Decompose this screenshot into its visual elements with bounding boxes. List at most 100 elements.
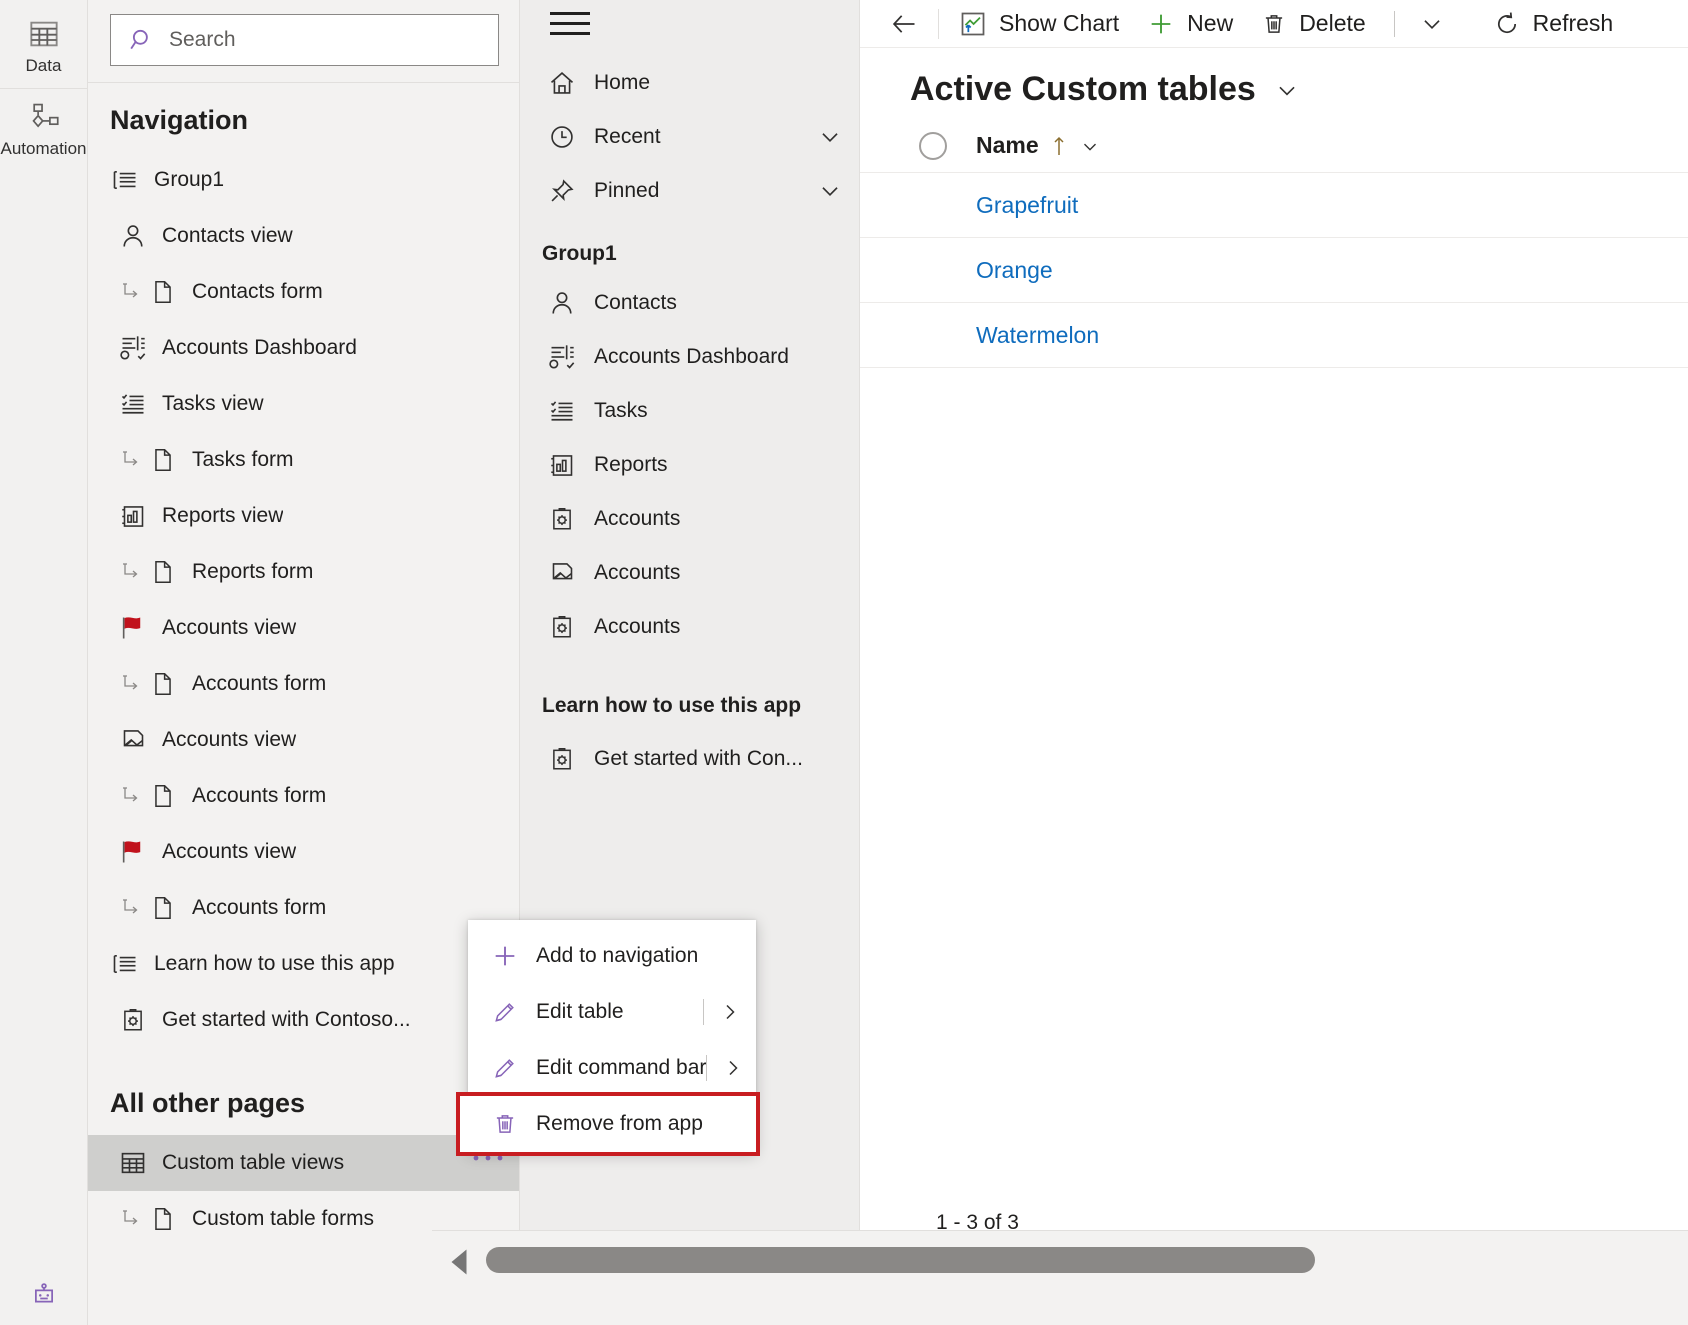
nav-item-tasks-form[interactable]: Tasks form [88, 432, 519, 488]
preview-item-get-started-with-con[interactable]: Get started with Con... [520, 732, 859, 786]
submenu-indicator[interactable] [703, 999, 756, 1025]
nav-item-accounts-form[interactable]: Accounts form [88, 656, 519, 712]
trash-icon [490, 1111, 520, 1137]
preview-item-accounts[interactable]: Accounts [520, 492, 859, 546]
nav-item-get-started-with-contoso[interactable]: Get started with Contoso... [88, 992, 519, 1048]
nav-item-accounts-view[interactable]: Accounts view [88, 824, 519, 880]
refresh-button[interactable]: Refresh [1479, 2, 1628, 46]
other-page-custom-table-views[interactable]: Custom table views [88, 1135, 519, 1191]
row-name-link[interactable]: Grapefruit [976, 192, 1078, 219]
view-selector-chevron-down-icon[interactable] [1274, 77, 1300, 103]
sub-arrow-icon [118, 448, 148, 472]
preview-item-recent[interactable]: Recent [520, 110, 859, 164]
chevron-down-icon[interactable] [817, 178, 843, 204]
nav-item-label: Contacts form [192, 280, 323, 303]
preview-item-accounts[interactable]: Accounts [520, 600, 859, 654]
preview-item-reports[interactable]: Reports [520, 438, 859, 492]
flow-icon [27, 101, 61, 133]
sub-arrow-icon [118, 672, 148, 696]
navigation-panel: Navigation Group1 Contacts view Contacts f… [88, 0, 520, 1325]
nav-item-reports-form[interactable]: Reports form [88, 544, 519, 600]
sub-arrow-icon [118, 1207, 148, 1231]
chevron-right-icon[interactable] [718, 1000, 742, 1024]
search-input[interactable] [169, 28, 480, 52]
nav-item-accounts-form[interactable]: Accounts form [88, 768, 519, 824]
nav-item-label: Accounts form [192, 784, 327, 807]
preview-item-label: Pinned [594, 179, 660, 202]
nav-item-accounts-dashboard[interactable]: Accounts Dashboard [88, 320, 519, 376]
scrollbar-thumb[interactable] [486, 1247, 1315, 1273]
command-bar-thin-separator [1393, 10, 1395, 37]
nav-item-contacts-view[interactable]: Contacts view [88, 208, 519, 264]
preview-item-pinned[interactable]: Pinned [520, 164, 859, 218]
delete-button[interactable]: Delete [1247, 2, 1379, 46]
hamburger-icon[interactable] [520, 0, 590, 35]
nav-item-tasks-view[interactable]: Tasks view [88, 376, 519, 432]
preview-item-home[interactable]: Home [520, 56, 859, 110]
context-menu-item-edit-table[interactable]: Edit table [468, 984, 756, 1040]
chevron-down-icon [1419, 11, 1445, 37]
select-all-checkbox[interactable] [919, 131, 947, 160]
delete-label: Delete [1299, 10, 1366, 36]
navigation-scroll[interactable]: Navigation Group1 Contacts view Contacts f… [88, 83, 519, 1325]
triangle-left-icon[interactable] [432, 1247, 486, 1277]
nav-item-accounts-view[interactable]: Accounts view [88, 600, 519, 656]
bot-icon[interactable] [29, 1281, 59, 1311]
preview-item-label: Home [594, 71, 651, 94]
row-name-link[interactable]: Orange [976, 257, 1053, 284]
column-menu-chevron-down-icon[interactable] [1079, 135, 1101, 157]
table-row[interactable]: Grapefruit [860, 173, 1688, 238]
nav-item-label: Reports form [192, 560, 314, 583]
chevron-down-icon[interactable] [817, 124, 843, 150]
pin-icon [546, 177, 578, 205]
table-icon [28, 18, 60, 50]
view-title: Active Custom tables [910, 70, 1256, 108]
nav-item-reports-view[interactable]: Reports view [88, 488, 519, 544]
all-other-pages-heading: All other pages [110, 1088, 306, 1118]
row-name-link[interactable]: Watermelon [976, 322, 1099, 349]
other-page-label: Custom table views [162, 1151, 345, 1174]
command-bar-separator [938, 8, 939, 39]
table-row[interactable]: Watermelon [860, 303, 1688, 368]
column-header-name[interactable]: Name [976, 132, 1101, 159]
chevron-right-icon[interactable] [721, 1056, 745, 1080]
new-button[interactable]: New [1133, 2, 1247, 46]
pencil-icon [490, 1055, 520, 1081]
nav-item-group1[interactable]: Group1 [88, 152, 519, 208]
rail-item-data[interactable]: Data [0, 6, 88, 88]
more-ellipsis-icon[interactable] [471, 1152, 505, 1174]
nav-item-accounts-form[interactable]: Accounts form [88, 880, 519, 936]
show-chart-button[interactable]: Show Chart [945, 2, 1133, 46]
horizontal-scrollbar[interactable] [432, 1230, 1688, 1325]
nav-item-label: Tasks view [162, 392, 264, 415]
rail-item-automation[interactable]: Automation [0, 89, 88, 171]
preview-item-accounts[interactable]: Accounts [520, 546, 859, 600]
preview-item-contacts[interactable]: Contacts [520, 276, 859, 330]
nav-item-contacts-form[interactable]: Contacts form [88, 264, 519, 320]
context-menu-item-add-to-navigation[interactable]: Add to navigation [468, 928, 756, 984]
scrollbar-track[interactable] [486, 1247, 1670, 1273]
preview-item-tasks[interactable]: Tasks [520, 384, 859, 438]
plus-icon [1147, 10, 1175, 38]
context-menu-item-remove-from-app[interactable]: Remove from app [456, 1092, 760, 1156]
back-button[interactable] [876, 10, 932, 38]
table-row[interactable]: Orange [860, 238, 1688, 303]
select-all-cell[interactable] [890, 131, 976, 160]
nav-item-label: Learn how to use this app [154, 952, 395, 975]
nav-item-learn-how-to-use-this-app[interactable]: Learn how to use this app [88, 936, 519, 992]
context-menu-item-edit-command-bar[interactable]: Edit command bar [468, 1040, 756, 1096]
preview-item-accounts-dashboard[interactable]: Accounts Dashboard [520, 330, 859, 384]
nav-item-label: Accounts form [192, 896, 327, 919]
submenu-indicator[interactable] [706, 1055, 759, 1081]
search-icon [129, 27, 155, 53]
preview-item-label: Get started with Con... [594, 747, 803, 770]
column-header-name-label: Name [976, 132, 1039, 158]
report-chart-icon [546, 452, 578, 479]
nav-item-label: Accounts form [192, 672, 327, 695]
overflow-button[interactable] [1409, 2, 1455, 46]
search-box[interactable] [110, 14, 499, 66]
clipboard-gear-icon [546, 746, 578, 772]
preview-learn-title: Learn how to use this app [542, 694, 802, 717]
nav-item-accounts-view[interactable]: Accounts view [88, 712, 519, 768]
refresh-icon [1493, 10, 1521, 38]
